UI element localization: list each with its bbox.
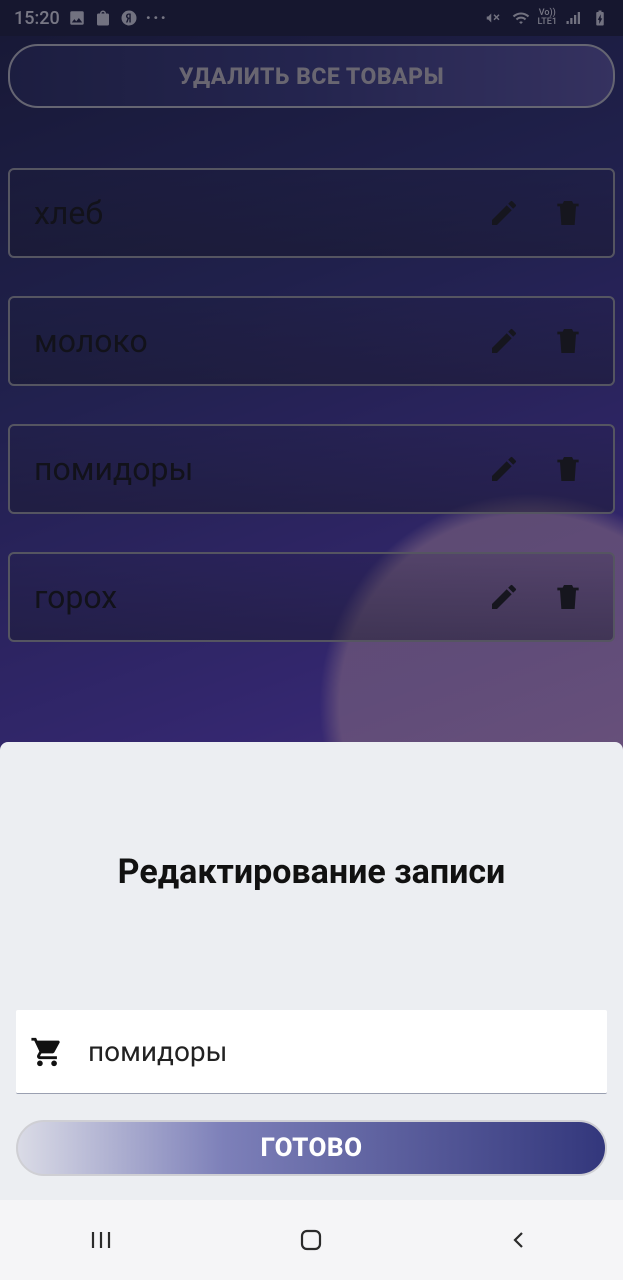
recents-icon [89,1228,119,1252]
sheet-title: Редактирование записи [16,852,607,892]
nav-back-button[interactable] [489,1216,549,1264]
nav-recents-button[interactable] [74,1216,134,1264]
home-icon [296,1225,326,1255]
back-icon [507,1228,531,1252]
nav-home-button[interactable] [281,1216,341,1264]
android-nav-bar [0,1200,623,1280]
done-label: ГОТОВО [260,1133,362,1163]
edit-input[interactable] [88,1035,593,1068]
edit-sheet: Редактирование записи ГОТОВО [0,742,623,1200]
shopping-cart-icon [30,1035,64,1069]
done-button[interactable]: ГОТОВО [16,1120,607,1176]
edit-input-row [16,1010,607,1094]
